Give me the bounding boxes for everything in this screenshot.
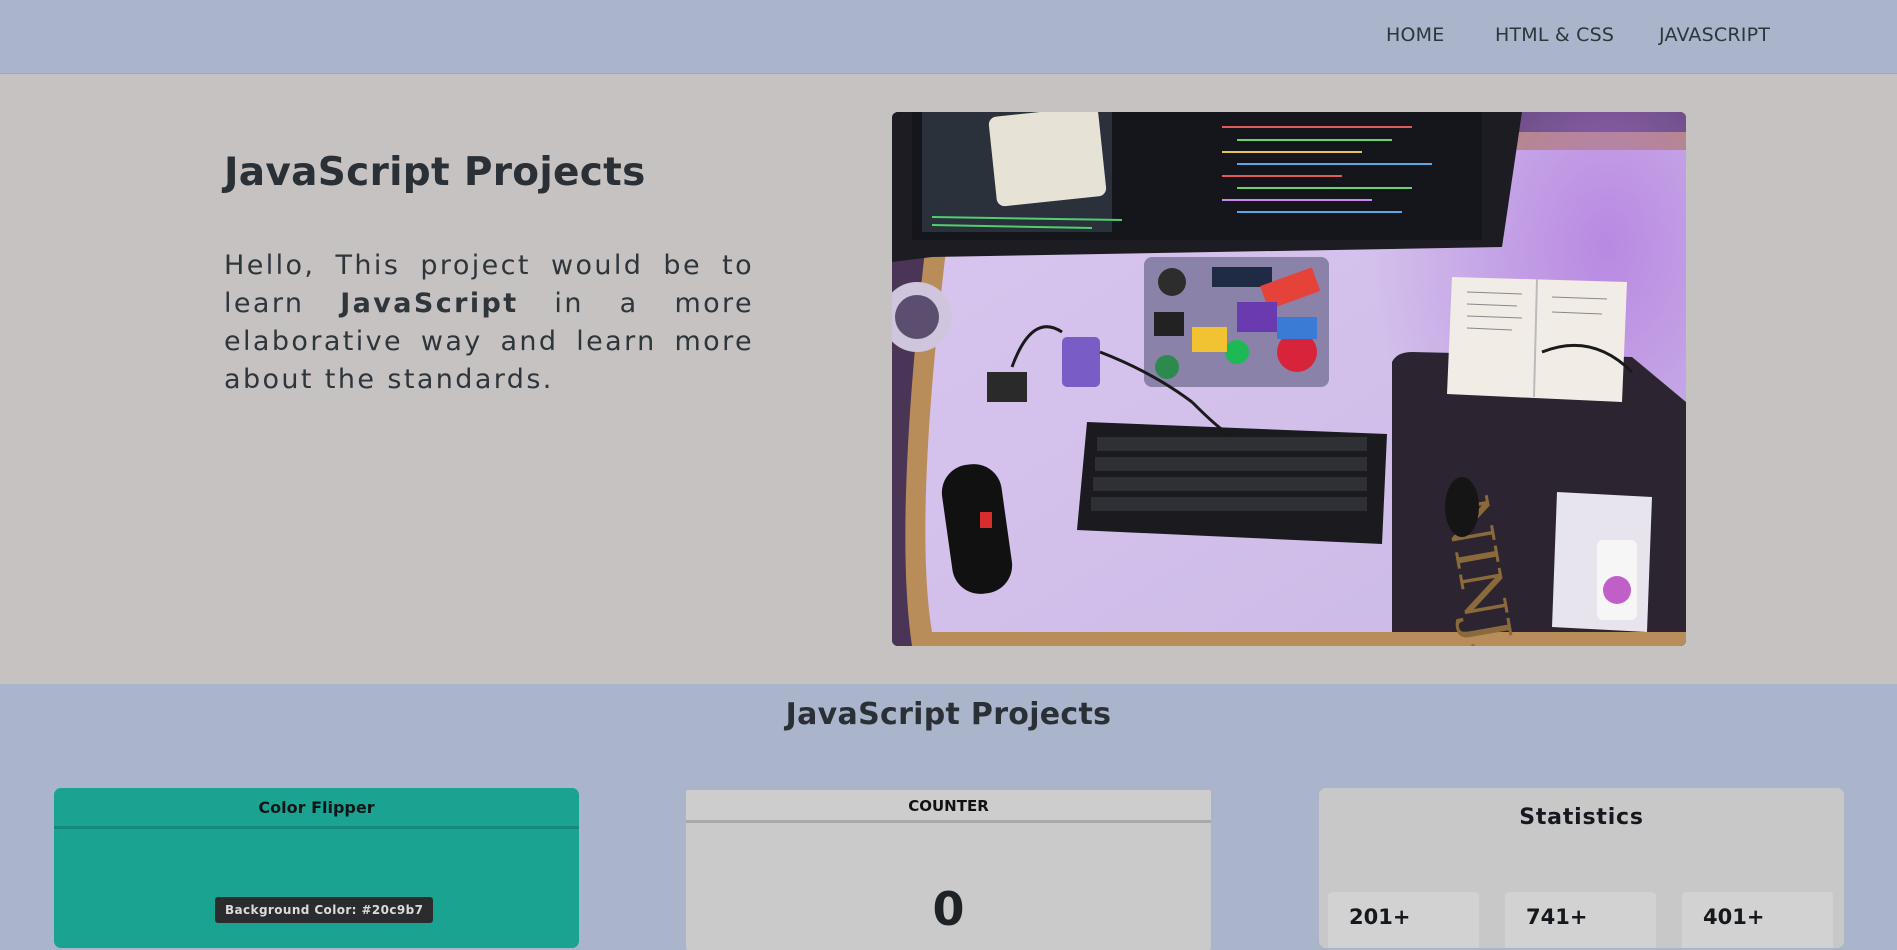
statistics-card[interactable]: Statistics 201+ 741+ 401+	[1319, 788, 1844, 948]
hero-text-bold: JavaScript	[340, 288, 519, 319]
counter-title: COUNTER	[686, 790, 1211, 823]
top-navbar: HOME HTML & CSS JAVASCRIPT	[0, 0, 1897, 74]
stat-value: 201+	[1349, 905, 1411, 929]
desk-photo-illustration: NINJAS	[892, 112, 1686, 646]
stat-box: 741+	[1505, 892, 1656, 948]
stat-value: 741+	[1526, 905, 1588, 929]
color-flipper-title: Color Flipper	[54, 788, 579, 829]
stat-box: 401+	[1682, 892, 1833, 948]
nav-link-html-css[interactable]: HTML & CSS	[1495, 24, 1614, 46]
hero-title: JavaScript Projects	[224, 150, 646, 195]
nav-link-home[interactable]: HOME	[1386, 24, 1444, 46]
color-flipper-card[interactable]: Color Flipper Background Color: #20c9b7	[54, 788, 579, 948]
hero-section: JavaScript Projects Hello, This project …	[0, 74, 1897, 684]
nav-link-javascript[interactable]: JAVASCRIPT	[1659, 24, 1770, 46]
stat-value: 401+	[1703, 905, 1765, 929]
statistics-title: Statistics	[1519, 805, 1644, 830]
hero-description: Hello, This project would be to learn Ja…	[224, 247, 754, 399]
projects-section-title: JavaScript Projects	[785, 697, 1112, 732]
hero-image-desk-setup: NINJAS	[892, 112, 1686, 646]
background-color-badge: Background Color: #20c9b7	[215, 897, 434, 923]
counter-card[interactable]: COUNTER 0	[686, 790, 1211, 950]
stat-box: 201+	[1328, 892, 1479, 948]
counter-value: 0	[932, 882, 965, 936]
